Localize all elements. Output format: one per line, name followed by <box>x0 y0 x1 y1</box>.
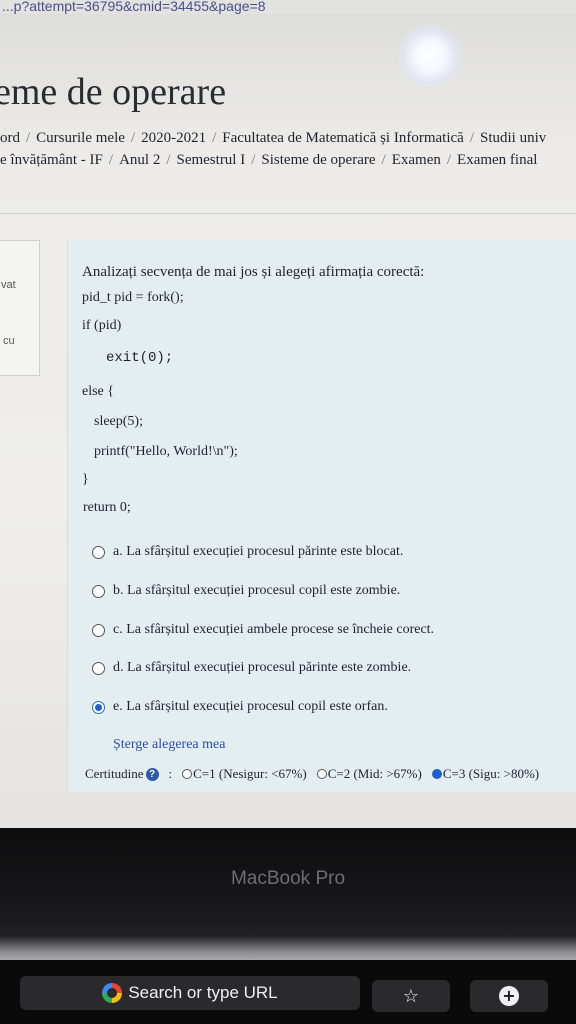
answer-label: a. La sfârșitul execuției procesul părin… <box>113 544 404 559</box>
browser-screen: ...p?attempt=36795&cmid=34455&page=8 eme… <box>0 0 576 840</box>
radio-button[interactable] <box>92 584 105 598</box>
answer-label: b. La sfârșitul execuției procesul copil… <box>113 583 401 598</box>
url-bar[interactable]: ...p?attempt=36795&cmid=34455&page=8 <box>0 0 576 14</box>
page-title: eme de operare <box>0 71 227 113</box>
answer-option-c[interactable]: c. La sfârșitul execuției ambele procese… <box>92 622 434 638</box>
breadcrumb-line-1: ord / Cursurile mele / 2020-2021 / Facultatea … <box>0 126 576 150</box>
certitude-option-2[interactable]: C=2 (Mid: >67%) <box>316 766 422 782</box>
help-icon[interactable]: ? <box>145 767 159 781</box>
breadcrumb-separator: / <box>166 152 171 168</box>
breadcrumb-separator: / <box>212 130 217 146</box>
touchbar-new-tab-button[interactable]: + <box>470 980 548 1012</box>
question-card: Analizați secvența de mai jos și alegeți… <box>67 240 576 792</box>
touchbar-bookmark-button[interactable]: ☆ <box>372 980 450 1012</box>
breadcrumb-item[interactable]: Examen <box>392 152 441 168</box>
radio-button-selected[interactable] <box>92 700 105 714</box>
breadcrumb-separator: / <box>108 152 114 168</box>
answer-label: d. La sfârșitul execuției procesul părin… <box>113 660 412 675</box>
clear-choice-link[interactable]: Șterge alegerea mea <box>113 737 225 753</box>
certitude-option-label: C=2 (Mid: >67%) <box>327 766 422 781</box>
certitude-option-label: C=3 (Sigu: >80%) <box>442 766 540 781</box>
breadcrumb: ord / Cursurile mele / 2020-2021 / Facultatea … <box>0 130 576 172</box>
code-line: pid_t pid = fork(); <box>82 290 184 305</box>
question-info-panel: vat cu <box>0 240 40 376</box>
breadcrumb-item[interactable]: Examen final <box>457 152 537 168</box>
radio-button[interactable] <box>316 769 327 779</box>
answer-label: c. La sfârșitul execuției ambele procese… <box>113 622 435 637</box>
breadcrumb-separator: / <box>446 152 452 168</box>
info-text: vat <box>1 279 16 291</box>
certitude-label: Certitudine <box>85 766 144 781</box>
breadcrumb-item[interactable]: Semestrul I <box>176 152 245 168</box>
radio-button[interactable] <box>182 769 193 779</box>
star-icon: ☆ <box>402 985 420 1007</box>
breadcrumb-separator: / <box>381 152 386 168</box>
breadcrumb-item[interactable]: Sisteme de operare <box>261 152 375 168</box>
breadcrumb-item[interactable]: Anul 2 <box>119 152 160 168</box>
radio-button[interactable] <box>92 545 105 559</box>
touchbar-search-button[interactable]: Search or type URL <box>20 976 360 1010</box>
radio-button[interactable] <box>92 623 105 637</box>
info-text[interactable]: cu <box>3 335 15 347</box>
breadcrumb-separator: / <box>26 130 31 146</box>
certitude-option-label: C=1 (Nesigur: <67%) <box>193 766 307 781</box>
breadcrumb-item[interactable]: Facultatea de Matematică și Informatică <box>222 130 464 146</box>
answer-option-a[interactable]: a. La sfârșitul execuției procesul părin… <box>92 544 403 560</box>
code-line: exit(0); <box>106 350 174 366</box>
certitude-separator: : <box>168 766 173 781</box>
breadcrumb-item[interactable]: e învățământ - IF <box>0 152 103 168</box>
light-glare <box>396 22 464 90</box>
touchbar-search-label: Search or type URL <box>128 983 278 1002</box>
header-divider <box>0 213 576 214</box>
code-line: return 0; <box>83 500 131 515</box>
breadcrumb-item[interactable]: 2020-2021 <box>141 130 206 146</box>
code-line: printf("Hello, World!\n"); <box>94 444 238 459</box>
answer-option-b[interactable]: b. La sfârșitul execuției procesul copil… <box>92 583 400 599</box>
breadcrumb-item[interactable]: Studii univ <box>480 130 546 146</box>
breadcrumb-item[interactable]: Cursurile mele <box>36 130 125 146</box>
question-text: Analizați secvența de mai jos și alegeți… <box>82 264 425 280</box>
breadcrumb-separator: / <box>251 152 256 168</box>
certitude-option-3[interactable]: C=3 (Sigu: >80%) <box>431 766 540 782</box>
code-line: } <box>82 472 89 487</box>
answer-label: e. La sfârșitul execuției procesul copil… <box>113 699 388 714</box>
certitude-row: Certitudine ? : C=1 (Nesigur: <67%) C=2 … <box>85 766 539 782</box>
code-line: else { <box>82 384 114 399</box>
answer-option-e[interactable]: e. La sfârșitul execuției procesul copil… <box>92 699 388 715</box>
breadcrumb-separator: / <box>130 130 136 146</box>
google-icon <box>102 983 123 1003</box>
code-line: if (pid) <box>82 318 122 333</box>
code-line: sleep(5); <box>94 414 143 429</box>
breadcrumb-item[interactable]: ord <box>0 130 20 146</box>
radio-button[interactable] <box>92 661 105 675</box>
certitude-option-1[interactable]: C=1 (Nesigur: <67%) <box>182 766 307 782</box>
answer-option-d[interactable]: d. La sfârșitul execuției procesul părin… <box>92 660 411 676</box>
breadcrumb-line-2: e învățământ - IF / Anul 2 / Semestrul I / Sis… <box>0 148 576 172</box>
plus-circle-icon: + <box>499 986 519 1006</box>
breadcrumb-separator: / <box>469 130 474 146</box>
device-label: MacBook Pro <box>230 868 346 889</box>
radio-button-selected[interactable] <box>431 769 442 779</box>
